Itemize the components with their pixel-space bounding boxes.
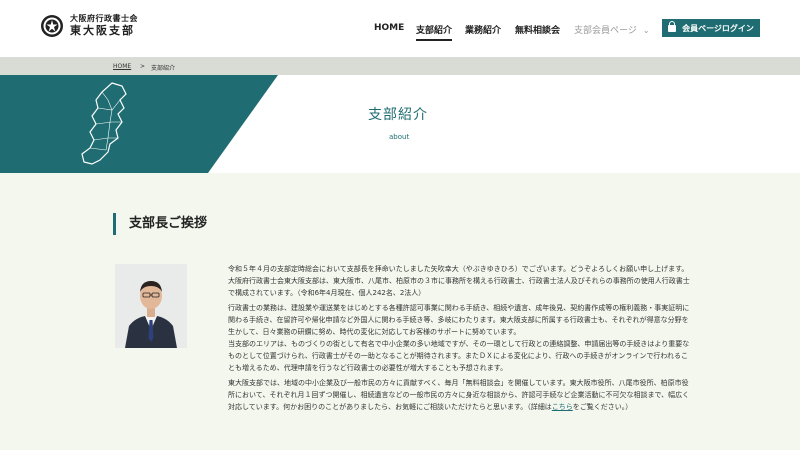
greeting-paragraph: 東大阪支部では、地域の中小企業及び一般市民の方々に貢献すべく、毎月「無料相談会」…	[228, 377, 690, 413]
lock-icon	[668, 20, 677, 32]
greeting-text: 令和５年４月の支部定時総会において支部長を拝命いたしました矢吹幸大（やぶきゆきひ…	[228, 263, 690, 416]
nav-member-page-label: 支部会員ページ	[574, 26, 637, 36]
nav-home[interactable]: HOME	[374, 23, 404, 33]
page-subtitle: about	[389, 133, 410, 141]
branch-chief-photo	[115, 264, 187, 348]
member-login-label: 会員ページログイン	[682, 23, 754, 33]
greeting-line: 令和５年４月の支部定時総会において支部長を拝命いたしました矢吹幸大（やぶきゆきひ…	[228, 265, 689, 273]
greeting-paragraph: 令和５年４月の支部定時総会において支部長を拝命いたしました矢吹幸大（やぶきゆきひ…	[228, 263, 690, 299]
greeting-paragraph: 行政書士の業務は、建設業や運送業をはじめとする各種許認可事業に関わる手続き、相続…	[228, 302, 690, 374]
consultation-details-link[interactable]: こちら	[552, 403, 573, 411]
section-heading: 支部長ご挨拶	[113, 213, 207, 235]
greeting-line-end: をご覧ください。）	[572, 403, 633, 411]
member-login-button[interactable]: 会員ページログイン	[662, 19, 760, 37]
nav-free-consultation[interactable]: 無料相談会	[515, 23, 560, 36]
nav-member-page[interactable]: 支部会員ページ ⌄	[574, 23, 650, 36]
greeting-line: 行政書士の業務は、建設業や運送業をはじめとする各種許認可事業に関わる手続き、相続…	[228, 304, 690, 336]
site-header: 大阪府行政書士会 東大阪支部 HOME 支部紹介 業務紹介 無料相談会 支部会員…	[0, 0, 800, 57]
osaka-map-icon	[81, 82, 127, 165]
nav-about[interactable]: 支部紹介	[416, 23, 453, 41]
breadcrumb-separator: >	[140, 63, 146, 70]
breadcrumb-current: 支部紹介	[151, 65, 176, 72]
greeting-line: 当支部のエリアは、ものづくりの街として有名で中小企業の多い地域ですが、その一環と…	[228, 340, 690, 372]
breadcrumb-home-link[interactable]: HOME	[113, 63, 131, 70]
chevron-down-icon: ⌄	[642, 26, 650, 35]
nav-services[interactable]: 業務紹介	[465, 23, 501, 36]
page-title: 支部紹介	[368, 107, 428, 123]
page-hero: 支部紹介 about	[0, 75, 800, 173]
breadcrumb: HOME > 支部紹介	[0, 57, 800, 75]
greeting-line: 大阪府行政書士会東大阪支部は、東大阪市、八尾市、柏原市の３市に事務所を構える行政…	[228, 277, 690, 297]
